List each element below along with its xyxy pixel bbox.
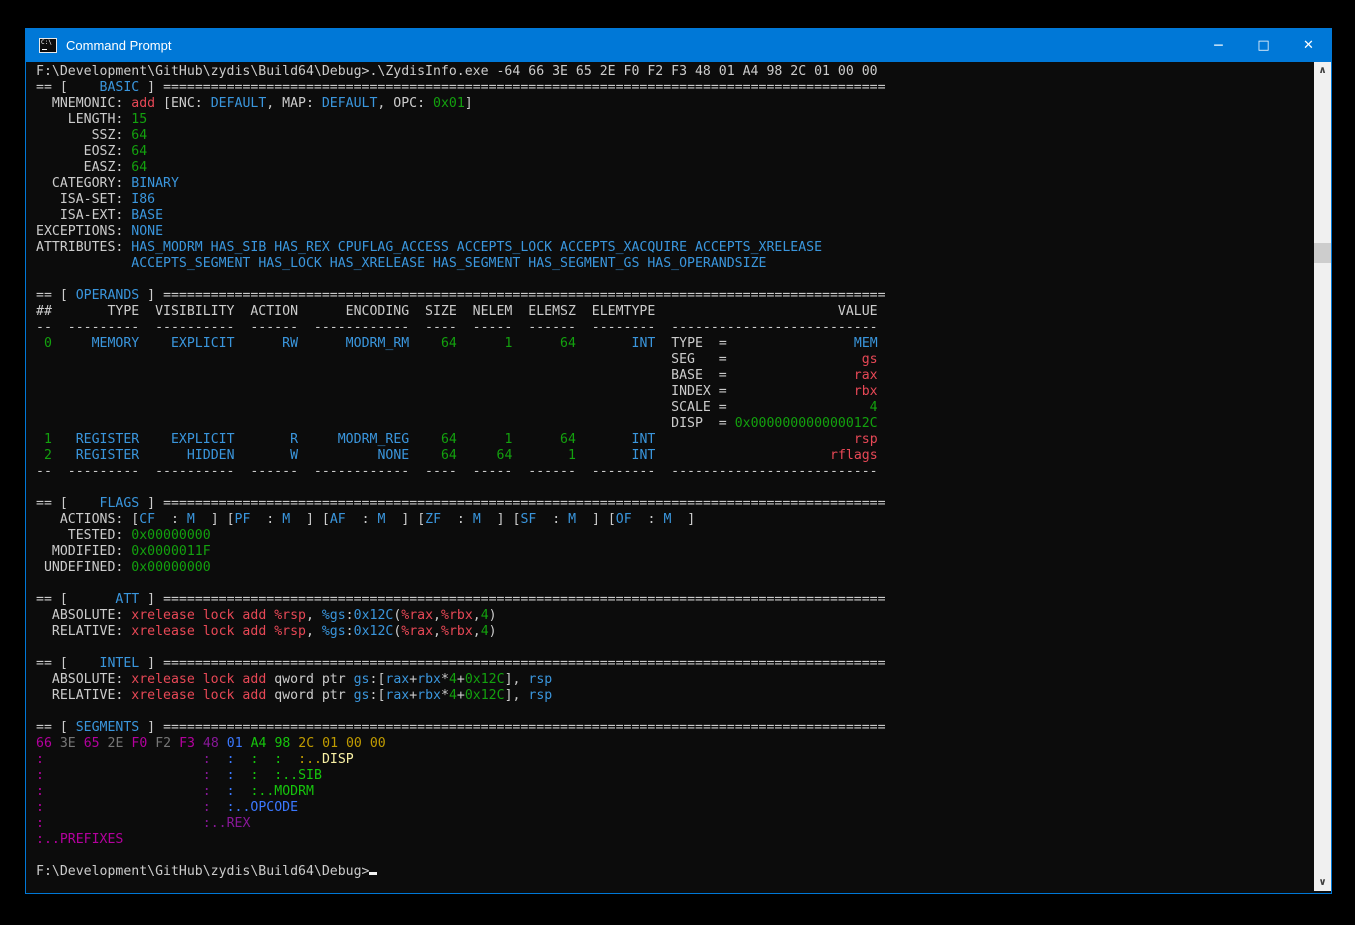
command-prompt-window: Command Prompt ─ □ ✕ F:\Development\GitH… (25, 28, 1332, 894)
console-line: -- --------- ---------- ------ ---------… (36, 464, 1314, 480)
console-line: 2 REGISTER HIDDEN W NONE 64 64 1 INT rfl… (36, 448, 1314, 464)
console-line: ISA-SET: I86 (36, 192, 1314, 208)
console-line: ABSOLUTE: xrelease lock add qword ptr gs… (36, 672, 1314, 688)
console-line: ACCEPTS_SEGMENT HAS_LOCK HAS_XRELEASE HA… (36, 256, 1314, 272)
scroll-up-icon[interactable]: ∧ (1314, 62, 1331, 79)
console-line: == [ INTEL ] ===========================… (36, 656, 1314, 672)
console-line: SSZ: 64 (36, 128, 1314, 144)
console-line: EOSZ: 64 (36, 144, 1314, 160)
console-line: UNDEFINED: 0x00000000 (36, 560, 1314, 576)
console-line: : :..REX (36, 816, 1314, 832)
console-line: :..PREFIXES (36, 832, 1314, 848)
window-title: Command Prompt (66, 38, 1196, 53)
command-prompt-icon[interactable] (39, 38, 57, 53)
console-line: CATEGORY: BINARY (36, 176, 1314, 192)
console-line: DISP = 0x000000000000012C (36, 416, 1314, 432)
console-line: ABSOLUTE: xrelease lock add %rsp, %gs:0x… (36, 608, 1314, 624)
close-button[interactable]: ✕ (1286, 29, 1331, 62)
console-line: F:\Development\GitHub\zydis\Build64\Debu… (36, 64, 1314, 80)
console-line: ## TYPE VISIBILITY ACTION ENCODING SIZE … (36, 304, 1314, 320)
console-line: -- --------- ---------- ------ ---------… (36, 320, 1314, 336)
console-line: ATTRIBUTES: HAS_MODRM HAS_SIB HAS_REX CP… (36, 240, 1314, 256)
console-line: == [ OPERANDS ] ========================… (36, 288, 1314, 304)
console-line: SCALE = 4 (36, 400, 1314, 416)
console-line: == [ ATT ] =============================… (36, 592, 1314, 608)
console-line (36, 704, 1314, 720)
scrollbar[interactable]: ∧ ∨ (1314, 62, 1331, 891)
console-line: RELATIVE: xrelease lock add %rsp, %gs:0x… (36, 624, 1314, 640)
scrollbar-thumb[interactable] (1314, 243, 1331, 263)
maximize-button[interactable]: □ (1241, 29, 1286, 62)
text-cursor (369, 872, 377, 875)
console-line: INDEX = rbx (36, 384, 1314, 400)
caption-buttons: ─ □ ✕ (1196, 29, 1331, 62)
console-line: EXCEPTIONS: NONE (36, 224, 1314, 240)
console-line: : : :..OPCODE (36, 800, 1314, 816)
console-line: : : : : : :..DISP (36, 752, 1314, 768)
console-line (36, 848, 1314, 864)
console-line (36, 272, 1314, 288)
console-line: MNEMONIC: add [ENC: DEFAULT, MAP: DEFAUL… (36, 96, 1314, 112)
console-line: SEG = gs (36, 352, 1314, 368)
console-area[interactable]: F:\Development\GitHub\zydis\Build64\Debu… (26, 62, 1331, 891)
console-line (36, 480, 1314, 496)
console-line: : : : :..MODRM (36, 784, 1314, 800)
console-line: 1 REGISTER EXPLICIT R MODRM_REG 64 1 64 … (36, 432, 1314, 448)
console-line: ISA-EXT: BASE (36, 208, 1314, 224)
console-line: F:\Development\GitHub\zydis\Build64\Debu… (36, 864, 1314, 880)
console-line: 0 MEMORY EXPLICIT RW MODRM_RM 64 1 64 IN… (36, 336, 1314, 352)
console-line: == [ FLAGS ] ===========================… (36, 496, 1314, 512)
console-line: == [ BASIC ] ===========================… (36, 80, 1314, 96)
console-line: RELATIVE: xrelease lock add qword ptr gs… (36, 688, 1314, 704)
console-line: ACTIONS: [CF : M ] [PF : M ] [AF : M ] [… (36, 512, 1314, 528)
console-line (36, 640, 1314, 656)
console-line: BASE = rax (36, 368, 1314, 384)
console-output: F:\Development\GitHub\zydis\Build64\Debu… (26, 62, 1314, 891)
title-bar[interactable]: Command Prompt ─ □ ✕ (26, 29, 1331, 62)
scroll-down-icon[interactable]: ∨ (1314, 874, 1331, 891)
console-line: == [ SEGMENTS ] ========================… (36, 720, 1314, 736)
console-line: TESTED: 0x00000000 (36, 528, 1314, 544)
console-line: EASZ: 64 (36, 160, 1314, 176)
console-line: : : : : :..SIB (36, 768, 1314, 784)
minimize-button[interactable]: ─ (1196, 29, 1241, 62)
console-line: LENGTH: 15 (36, 112, 1314, 128)
console-line: 66 3E 65 2E F0 F2 F3 48 01 A4 98 2C 01 0… (36, 736, 1314, 752)
console-line (36, 576, 1314, 592)
console-line: MODIFIED: 0x0000011F (36, 544, 1314, 560)
